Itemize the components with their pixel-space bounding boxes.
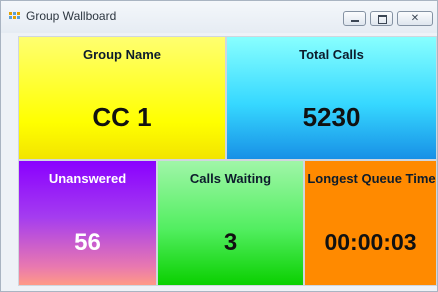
tile-value: 56 [74, 229, 101, 256]
tile-label: Unanswered [48, 171, 127, 186]
tile-value: 3 [223, 229, 238, 256]
tile-calls-waiting: Calls Waiting 3 [157, 160, 304, 286]
tile-label: Longest Queue Time [307, 171, 436, 186]
close-button[interactable]: ✕ [397, 11, 433, 26]
tile-value: 5230 [302, 102, 361, 132]
close-icon: ✕ [410, 13, 420, 24]
tile-unanswered: Unanswered 56 [18, 160, 157, 286]
tile-label: Calls Waiting [189, 171, 272, 186]
tile-label: Total Calls [299, 47, 364, 62]
app-icon [9, 12, 20, 23]
minimize-button[interactable] [343, 11, 366, 26]
title-bar[interactable]: Group Wallboard ✕ [1, 1, 437, 33]
tile-value: 00:00:03 [324, 229, 417, 255]
wallboard-window: Group Wallboard ✕ Group Name CC 1 Total … [0, 0, 438, 292]
tile-label: Group Name [82, 47, 161, 62]
tile-group-name: Group Name CC 1 [18, 36, 226, 160]
tile-value: CC 1 [92, 102, 152, 132]
tile-total-calls: Total Calls 5230 [226, 36, 437, 160]
tile-longest-queue-time: Longest Queue Time 00:00:03 [304, 160, 437, 286]
maximize-button[interactable] [370, 11, 393, 26]
window-title: Group Wallboard [26, 9, 117, 23]
